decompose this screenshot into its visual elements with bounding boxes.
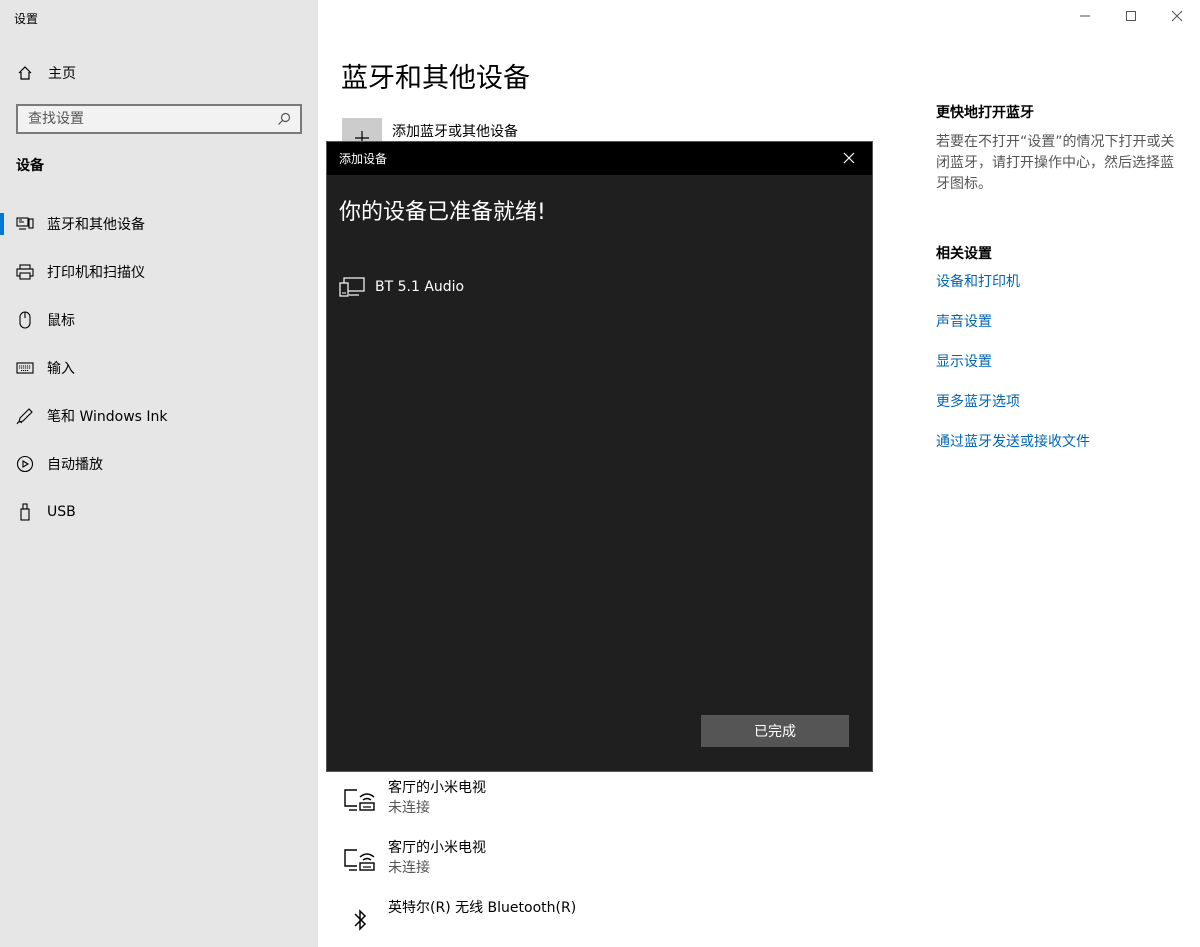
add-device-label: 添加蓝牙或其他设备 [392, 124, 518, 140]
sidebar-item-label: 输入 [47, 361, 75, 377]
bluetooth-icon [342, 902, 378, 938]
list-item[interactable]: 客厅的小米电视 未连接 [342, 778, 862, 838]
device-name: 客厅的小米电视 [388, 780, 486, 796]
home-label: 主页 [48, 66, 76, 82]
link-sound-settings[interactable]: 声音设置 [936, 311, 1186, 351]
window-controls [1062, 0, 1200, 32]
sidebar-item-label: 蓝牙和其他设备 [47, 217, 145, 233]
dialog-heading: 你的设备已准备就绪! [339, 200, 546, 225]
close-button[interactable] [1154, 0, 1200, 32]
link-more-bluetooth-options[interactable]: 更多蓝牙选项 [936, 391, 1186, 431]
quick-bluetooth-heading: 更快地打开蓝牙 [936, 105, 1034, 121]
sidebar-item-label: 笔和 Windows Ink [47, 409, 168, 425]
device-name: 英特尔(R) 无线 Bluetooth(R) [388, 900, 577, 916]
minimize-button[interactable] [1062, 0, 1108, 32]
home-icon [16, 64, 34, 82]
maximize-button[interactable] [1108, 0, 1154, 32]
page-title: 蓝牙和其他设备 [341, 63, 530, 94]
tv-icon [342, 782, 378, 818]
printer-icon [16, 263, 34, 281]
autoplay-icon [16, 455, 34, 473]
related-settings: 相关设置 设备和打印机 声音设置 显示设置 更多蓝牙选项 通过蓝牙发送或接收文件 [936, 243, 1186, 471]
ready-device-name: BT 5.1 Audio [375, 279, 465, 295]
sidebar-item-mouse[interactable]: 鼠标 [0, 296, 318, 344]
sidebar-item-typing[interactable]: 输入 [0, 344, 318, 392]
device-texts: 客厅的小米电视 未连接 [388, 838, 486, 878]
sidebar: 设置 主页 设备 蓝牙和其他设备 打印机和扫描仪 [0, 0, 318, 947]
dialog-close-button[interactable] [826, 142, 872, 175]
link-display-settings[interactable]: 显示设置 [936, 351, 1186, 391]
device-list: 客厅的小米电视 未连接 客厅的小米电视 未连接 英特尔(R) 无线 Blueto… [342, 778, 862, 947]
ready-device: BT 5.1 Audio [339, 276, 464, 298]
device-texts: 英特尔(R) 无线 Bluetooth(R) [388, 898, 576, 918]
sidebar-nav: 蓝牙和其他设备 打印机和扫描仪 鼠标 输入 笔和 Windows Ink 自动播… [0, 200, 318, 536]
close-icon [1171, 7, 1183, 26]
list-item[interactable]: 客厅的小米电视 未连接 [342, 838, 862, 898]
sidebar-item-label: USB [47, 504, 76, 520]
device-status: 未连接 [388, 800, 430, 816]
app-title: 设置 [14, 12, 39, 26]
tv-icon [342, 842, 378, 878]
maximize-icon [1125, 7, 1137, 26]
device-name: 客厅的小米电视 [388, 840, 486, 856]
add-device-dialog: 添加设备 你的设备已准备就绪! BT 5.1 Audio 已完成 [326, 141, 873, 772]
section-heading: 设备 [16, 158, 44, 174]
device-status: 未连接 [388, 860, 430, 876]
device-texts: 客厅的小米电视 未连接 [388, 778, 486, 818]
usb-icon [16, 503, 34, 521]
close-icon [843, 149, 855, 168]
sidebar-item-bluetooth[interactable]: 蓝牙和其他设备 [0, 200, 318, 248]
keyboard-icon [16, 359, 34, 377]
device-icon [339, 276, 365, 298]
link-devices-printers[interactable]: 设备和打印机 [936, 271, 1186, 311]
dialog-titlebar: 添加设备 [327, 142, 872, 175]
mouse-icon [16, 311, 34, 329]
sidebar-item-autoplay[interactable]: 自动播放 [0, 440, 318, 488]
list-item[interactable]: 英特尔(R) 无线 Bluetooth(R) [342, 898, 862, 947]
minimize-icon [1079, 7, 1091, 26]
search-icon[interactable] [276, 111, 292, 127]
link-send-receive-files[interactable]: 通过蓝牙发送或接收文件 [936, 431, 1186, 471]
quick-bluetooth-desc: 若要在不打开“设置”的情况下打开或关闭蓝牙，请打开操作中心，然后选择蓝牙图标。 [936, 134, 1175, 192]
sidebar-item-usb[interactable]: USB [0, 488, 318, 536]
search-box[interactable] [16, 104, 302, 134]
quick-bluetooth-panel: 更快地打开蓝牙 若要在不打开“设置”的情况下打开或关闭蓝牙，请打开操作中心，然后… [936, 102, 1186, 195]
done-button[interactable]: 已完成 [701, 715, 849, 747]
search-input[interactable] [28, 111, 276, 127]
sidebar-item-label: 打印机和扫描仪 [47, 265, 145, 281]
sidebar-item-label: 鼠标 [47, 313, 75, 329]
related-settings-heading: 相关设置 [936, 246, 992, 262]
sidebar-item-label: 自动播放 [47, 457, 103, 473]
sidebar-item-printers[interactable]: 打印机和扫描仪 [0, 248, 318, 296]
dialog-title: 添加设备 [339, 152, 388, 166]
pen-icon [16, 407, 34, 425]
sidebar-item-pen[interactable]: 笔和 Windows Ink [0, 392, 318, 440]
bluetooth-devices-icon [16, 215, 34, 233]
home-link[interactable]: 主页 [16, 62, 76, 84]
